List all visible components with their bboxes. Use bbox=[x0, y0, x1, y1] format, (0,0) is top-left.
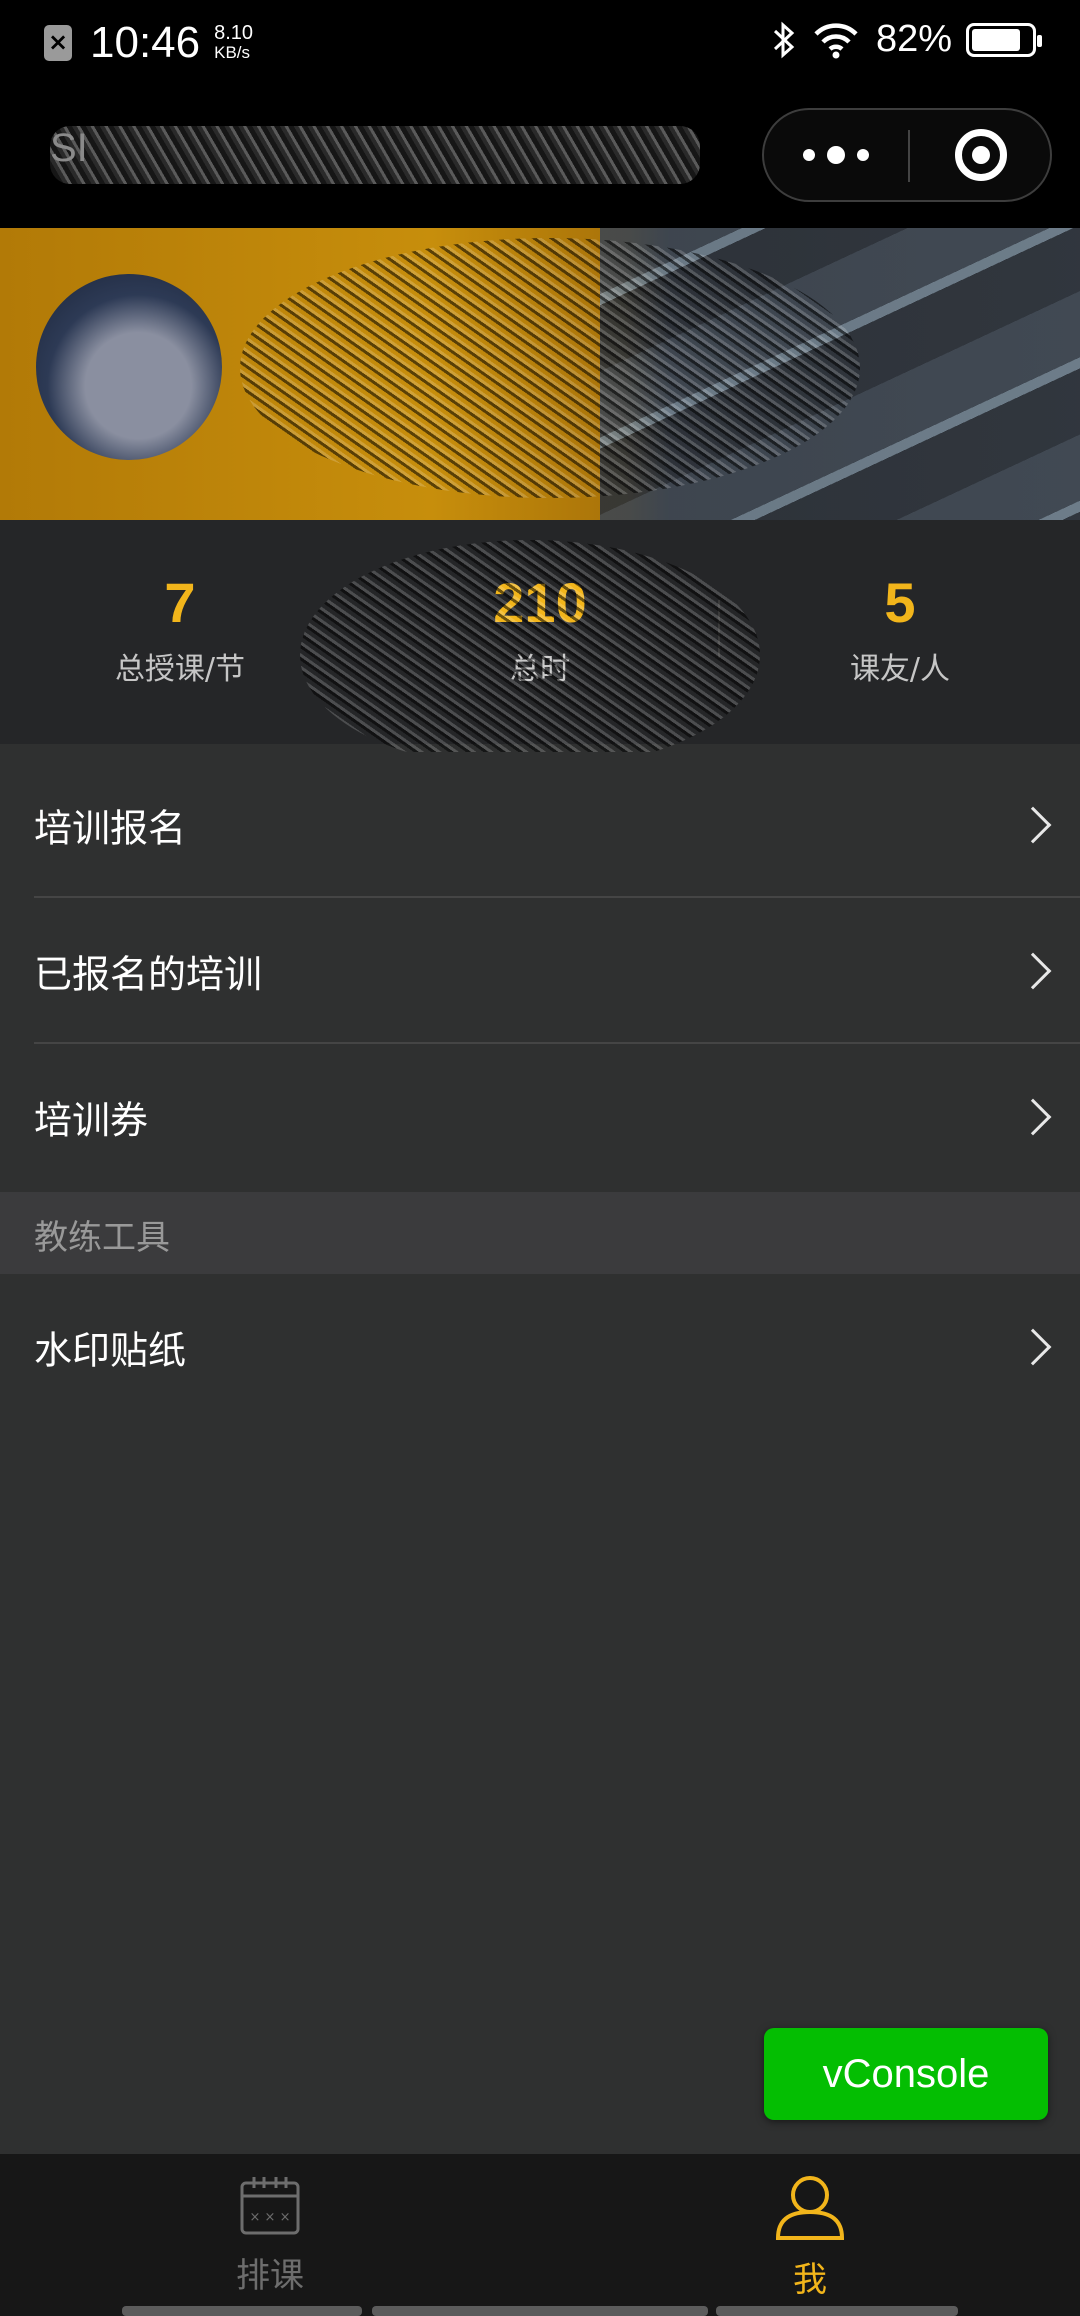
battery-percent: 82% bbox=[875, 18, 952, 60]
menu-item-training-signup[interactable]: 培训报名 bbox=[0, 752, 1080, 898]
menu-item-registered-trainings[interactable]: 已报名的培训 bbox=[0, 898, 1080, 1044]
chevron-right-icon bbox=[1014, 806, 1052, 844]
menu-item-label: 水印贴纸 bbox=[34, 1328, 187, 1373]
menu-item-label: 已报名的培训 bbox=[34, 952, 263, 997]
tab-bar: × × × 排课 我 bbox=[0, 2154, 1080, 2316]
page-title: SI bbox=[50, 126, 700, 184]
battery-icon bbox=[966, 22, 1042, 57]
user-icon bbox=[775, 2176, 845, 2240]
svg-text:× × ×: × × × bbox=[250, 2210, 291, 2225]
gesture-bar bbox=[716, 2306, 958, 2316]
tab-schedule[interactable]: × × × 排课 bbox=[120, 2174, 420, 2297]
target-icon bbox=[955, 129, 1007, 181]
status-time: 10:46 bbox=[90, 18, 201, 67]
menu-item-label: 培训券 bbox=[34, 1098, 149, 1143]
stat-label: 课友/人 bbox=[849, 652, 951, 687]
no-sim-icon bbox=[44, 25, 72, 61]
more-dot-icon bbox=[827, 146, 845, 164]
vconsole-button[interactable]: vConsole bbox=[764, 2028, 1048, 2120]
menu-item-label: 培训报名 bbox=[34, 806, 187, 851]
calendar-icon: × × × bbox=[240, 2177, 300, 2235]
menu-item-watermark-stickers[interactable]: 水印贴纸 bbox=[0, 1274, 1080, 1420]
tab-me[interactable]: 我 bbox=[660, 2174, 960, 2301]
menu-item-training-vouchers[interactable]: 培训券 bbox=[0, 1044, 1080, 1190]
status-bar: 10:46 8.10 KB/s 82% bbox=[0, 0, 1080, 80]
redaction-scribble bbox=[240, 238, 860, 498]
chevron-right-icon bbox=[1014, 1328, 1052, 1366]
more-dot-icon bbox=[803, 149, 815, 161]
section-title: 教练工具 bbox=[34, 1218, 170, 1258]
network-speed: 8.10 KB/s bbox=[214, 22, 254, 62]
tab-label: 排课 bbox=[236, 2256, 304, 2296]
miniprogram-capsule bbox=[762, 108, 1052, 202]
section-header-coach-tools: 教练工具 bbox=[0, 1192, 1080, 1274]
bluetooth-icon bbox=[773, 21, 795, 58]
tab-label: 我 bbox=[793, 2260, 827, 2300]
nav-bar: SI bbox=[0, 80, 1080, 228]
chevron-right-icon bbox=[1014, 952, 1052, 990]
gesture-bar bbox=[372, 2306, 708, 2316]
wifi-icon bbox=[814, 22, 858, 58]
more-dot-icon bbox=[857, 149, 869, 161]
stat-value: 5 bbox=[884, 571, 916, 634]
more-button[interactable] bbox=[764, 110, 908, 200]
battery-level bbox=[972, 28, 1020, 51]
gesture-bar bbox=[122, 2306, 362, 2316]
stat-students: 5 课友/人 bbox=[720, 520, 1080, 744]
chevron-right-icon bbox=[1014, 1098, 1052, 1136]
profile-banner bbox=[0, 228, 1080, 520]
close-miniprogram-button[interactable] bbox=[910, 110, 1052, 200]
redaction-scribble bbox=[300, 540, 760, 770]
avatar[interactable] bbox=[36, 274, 222, 460]
